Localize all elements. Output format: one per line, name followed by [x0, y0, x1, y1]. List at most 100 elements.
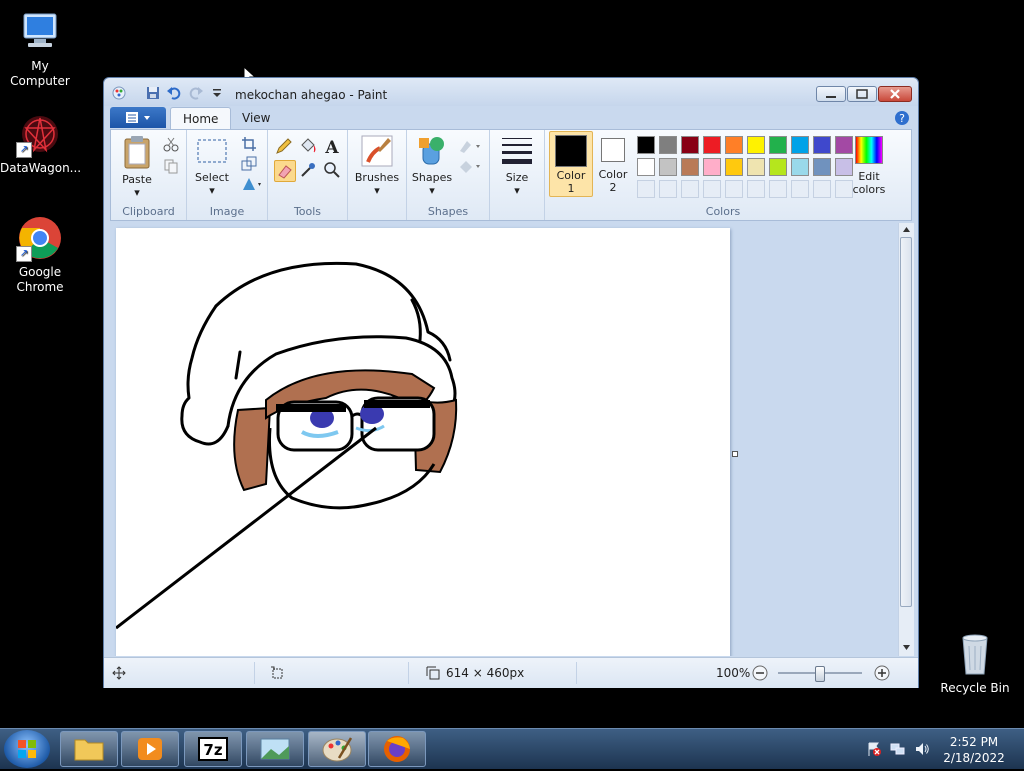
folder-icon [74, 739, 104, 761]
brushes-button[interactable]: Brushes ▾ [354, 134, 400, 197]
status-bar: 614 × 460px 100% [104, 657, 918, 688]
palette-swatch[interactable] [637, 136, 655, 154]
tab-view[interactable]: View [230, 107, 282, 129]
resize-icon[interactable] [241, 156, 257, 172]
palette-swatch[interactable] [747, 158, 765, 176]
palette-swatch[interactable] [703, 136, 721, 154]
color1-button[interactable]: Color 1 [549, 131, 593, 197]
svg-text:?: ? [899, 112, 905, 125]
color2-button[interactable]: Color 2 [593, 131, 633, 194]
palette-swatch[interactable] [681, 136, 699, 154]
palette-swatch[interactable] [637, 158, 655, 176]
cut-icon[interactable] [163, 136, 179, 152]
palette-swatch[interactable] [659, 158, 677, 176]
text-tool-icon[interactable]: A [322, 136, 342, 156]
image-group-label: Image [209, 205, 245, 218]
taskbar-explorer[interactable] [60, 731, 118, 767]
custom-color-slot[interactable] [659, 180, 677, 198]
dropdown-arrow-icon: ▾ [209, 184, 215, 197]
taskbar: 7z 2:52 PM 2/18/2022 [0, 728, 1024, 769]
paste-button[interactable]: Paste ▾ [115, 134, 159, 199]
volume-icon[interactable] [914, 741, 930, 757]
palette-swatch[interactable] [681, 158, 699, 176]
taskbar-paint[interactable] [308, 731, 366, 767]
custom-color-slot[interactable] [725, 180, 743, 198]
custom-color-slot[interactable] [813, 180, 831, 198]
palette-swatch[interactable] [659, 136, 677, 154]
help-icon[interactable]: ? [894, 110, 910, 126]
clock-time: 2:52 PM [949, 735, 999, 749]
copy-icon[interactable] [163, 158, 179, 174]
redo-icon[interactable] [189, 86, 203, 100]
paint-app-icon[interactable] [112, 86, 126, 100]
color1-label: Color [556, 169, 586, 182]
magnifier-icon[interactable] [322, 160, 342, 180]
paste-icon [124, 136, 150, 169]
canvas-resize-handle[interactable] [732, 451, 738, 457]
palette-swatch[interactable] [769, 158, 787, 176]
size-button[interactable]: Size ▾ [496, 134, 538, 197]
taskbar-photo-viewer[interactable] [246, 731, 304, 767]
custom-color-slot[interactable] [637, 180, 655, 198]
palette-swatch[interactable] [791, 158, 809, 176]
scroll-up-icon[interactable] [902, 225, 911, 234]
zoom-out-icon[interactable] [752, 665, 768, 681]
taskbar-7zip[interactable]: 7z [184, 731, 242, 767]
image-dimensions: 614 × 460px [446, 666, 525, 680]
outline-icon[interactable] [457, 138, 483, 154]
minimize-button[interactable] [816, 86, 846, 102]
save-icon[interactable] [146, 86, 160, 100]
palette-swatch[interactable] [813, 158, 831, 176]
desktop-icon-recycle-bin[interactable]: Recycle Bin [935, 630, 1015, 696]
undo-icon[interactable] [167, 86, 181, 100]
cursor-position-icon [112, 666, 126, 680]
desktop-icon-my-computer[interactable]: My Computer [0, 8, 80, 89]
zoom-slider[interactable] [778, 666, 862, 682]
close-button[interactable] [878, 86, 912, 102]
desktop-icon-datawagon[interactable]: ↗ DataWagon... [0, 110, 81, 176]
scrollbar-thumb[interactable] [900, 237, 912, 607]
chrome-icon: ↗ [16, 214, 64, 262]
palette-swatch[interactable] [791, 136, 809, 154]
custom-color-slot[interactable] [747, 180, 765, 198]
fill-bucket-icon[interactable] [298, 136, 318, 156]
svg-text:7z: 7z [203, 741, 222, 759]
custom-color-slot[interactable] [791, 180, 809, 198]
title-bar[interactable]: mekochan ahegao - Paint [104, 78, 918, 106]
system-clock[interactable]: 2:52 PM 2/18/2022 [934, 734, 1014, 766]
drawing-canvas[interactable] [115, 228, 730, 656]
eraser-icon[interactable] [274, 160, 296, 182]
custom-color-slot[interactable] [703, 180, 721, 198]
custom-color-slot[interactable] [769, 180, 787, 198]
pencil-icon[interactable] [274, 136, 294, 156]
palette-swatch[interactable] [747, 136, 765, 154]
crop-icon[interactable] [241, 136, 257, 152]
vertical-scrollbar[interactable] [898, 223, 914, 656]
desktop-icon-google-chrome[interactable]: ↗ Google Chrome [0, 214, 80, 295]
zoom-in-icon[interactable] [874, 665, 890, 681]
custom-color-slot[interactable] [681, 180, 699, 198]
start-button[interactable] [4, 730, 50, 768]
palette-swatch[interactable] [813, 136, 831, 154]
taskbar-media-player[interactable] [121, 731, 179, 767]
color-picker-icon[interactable] [298, 160, 318, 180]
select-button[interactable]: Select ▾ [191, 134, 233, 197]
maximize-button[interactable] [847, 86, 877, 102]
fill-icon[interactable] [457, 158, 483, 174]
zoom-slider-thumb[interactable] [815, 666, 825, 682]
palette-swatch[interactable] [703, 158, 721, 176]
action-center-icon[interactable] [866, 741, 882, 757]
customize-toolbar-icon[interactable] [210, 86, 224, 100]
taskbar-firefox[interactable] [368, 731, 426, 767]
edit-colors-button[interactable]: Edit colors [847, 134, 891, 196]
paint-menu-button[interactable] [110, 107, 166, 128]
network-icon[interactable] [890, 741, 906, 757]
palette-swatch[interactable] [725, 136, 743, 154]
rotate-icon[interactable] [241, 176, 263, 192]
palette-swatch[interactable] [769, 136, 787, 154]
tab-home[interactable]: Home [170, 107, 232, 130]
scroll-down-icon[interactable] [902, 643, 911, 652]
shapes-button[interactable]: Shapes ▾ [411, 134, 453, 197]
recycle-bin-icon [951, 630, 999, 678]
palette-swatch[interactable] [725, 158, 743, 176]
